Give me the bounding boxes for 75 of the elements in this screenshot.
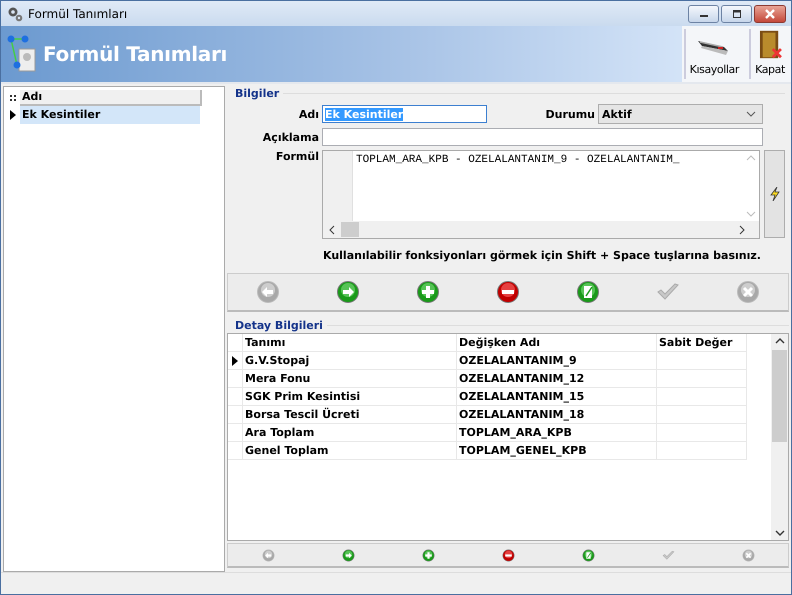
next-button[interactable] — [342, 548, 354, 562]
table-cell: Mera Fonu — [243, 370, 457, 388]
column-header[interactable]: Sabit Değer — [657, 334, 747, 352]
chevron-down-icon — [746, 111, 756, 117]
row-pointer-icon — [10, 110, 16, 120]
description-field[interactable] — [322, 128, 763, 146]
status-dropdown[interactable]: Aktif — [598, 104, 763, 124]
scroll-thumb[interactable] — [772, 350, 787, 442]
header-corner — [228, 334, 243, 352]
close-button[interactable] — [754, 5, 786, 23]
maximize-icon — [732, 10, 742, 18]
table-cell: OZELALANTANIM_15 — [457, 388, 657, 406]
function-button[interactable] — [764, 150, 785, 238]
scroll-down-icon — [774, 530, 784, 536]
header-title: Formül Tanımları — [43, 42, 228, 66]
scroll-up-icon — [774, 338, 784, 344]
edit-button[interactable] — [582, 548, 594, 562]
line-number-gutter — [323, 151, 353, 221]
table-cell: Genel Toplam — [243, 442, 457, 460]
table-cell: SGK Prim Kesintisi — [243, 388, 457, 406]
vertical-scrollbar[interactable] — [771, 334, 788, 540]
scroll-thumb[interactable] — [341, 222, 359, 237]
maximize-button[interactable] — [721, 5, 752, 23]
scroll-down-icon — [746, 211, 756, 217]
plus-icon — [422, 548, 434, 562]
selected-text: Ek Kesintiler — [325, 108, 404, 120]
table-cell: OZELALANTANIM_9 — [457, 352, 657, 370]
delete-button[interactable] — [496, 280, 520, 304]
scroll-right-icon — [739, 224, 746, 234]
keyboard-icon — [698, 41, 730, 55]
close-icon — [764, 9, 776, 19]
column-header[interactable]: Değişken Adı — [457, 334, 657, 352]
column-header[interactable]: Adı — [20, 90, 202, 106]
add-button[interactable] — [422, 548, 434, 562]
plus-icon — [416, 280, 440, 304]
field-label: Açıklama — [262, 130, 319, 144]
formula-editor[interactable]: TOPLAM_ARA_KPB - OZELALANTANIM_9 - OZELALANTANIM_ — [322, 150, 760, 239]
gears-icon — [7, 6, 23, 22]
field-label: Durumu — [544, 108, 595, 120]
hint-text: Kullanılabilir fonksiyonları görmek için Shift + Space tuşlarına basınız. — [322, 249, 762, 264]
table-cell: OZELALANTANIM_12 — [457, 370, 657, 388]
table-cell: G.V.Stopaj — [243, 352, 457, 370]
table-cell: OZELALANTANIM_18 — [457, 406, 657, 424]
grip-icon — [10, 94, 16, 102]
edit-button[interactable] — [576, 280, 600, 304]
formula-text: TOPLAM_ARA_KPB - OZELALANTANIM_9 - OZELALANTANIM_ — [355, 153, 680, 168]
table-cell: Ara Toplam — [243, 424, 457, 442]
cancel-icon — [736, 280, 760, 304]
edit-icon — [576, 280, 600, 304]
add-button[interactable] — [416, 280, 440, 304]
table-cell: Borsa Tescil Ücreti — [243, 406, 457, 424]
field-label: Formül — [274, 150, 319, 163]
close-button[interactable]: Kapat — [749, 29, 789, 79]
cancel-icon — [742, 548, 754, 562]
list-item[interactable]: Ek Kesintiler — [20, 106, 200, 124]
edit-icon — [582, 548, 594, 562]
row-indicator[interactable] — [228, 352, 243, 370]
delete-button[interactable] — [502, 548, 514, 562]
checkmark-icon — [662, 548, 674, 562]
lightning-icon — [770, 187, 780, 201]
next-button[interactable] — [336, 280, 360, 304]
minus-icon — [502, 548, 514, 562]
scroll-up-icon — [746, 155, 756, 161]
section-title: Bilgiler — [235, 86, 280, 100]
shortcuts-button[interactable]: Kısayollar — [684, 29, 743, 79]
table-cell: TOPLAM_GENEL_KPB — [457, 442, 657, 460]
row-pointer-icon — [232, 356, 238, 366]
column-header[interactable]: Tanımı — [243, 334, 457, 352]
section-title: Detay Bilgileri — [235, 318, 323, 332]
table-cell: TOPLAM_ARA_KPB — [457, 424, 657, 442]
scroll-left-icon — [329, 224, 335, 234]
minimize-button[interactable] — [688, 5, 719, 23]
minus-icon — [496, 280, 520, 304]
field-label: Adı — [298, 108, 319, 120]
window-title: Formül Tanımları — [28, 6, 128, 20]
